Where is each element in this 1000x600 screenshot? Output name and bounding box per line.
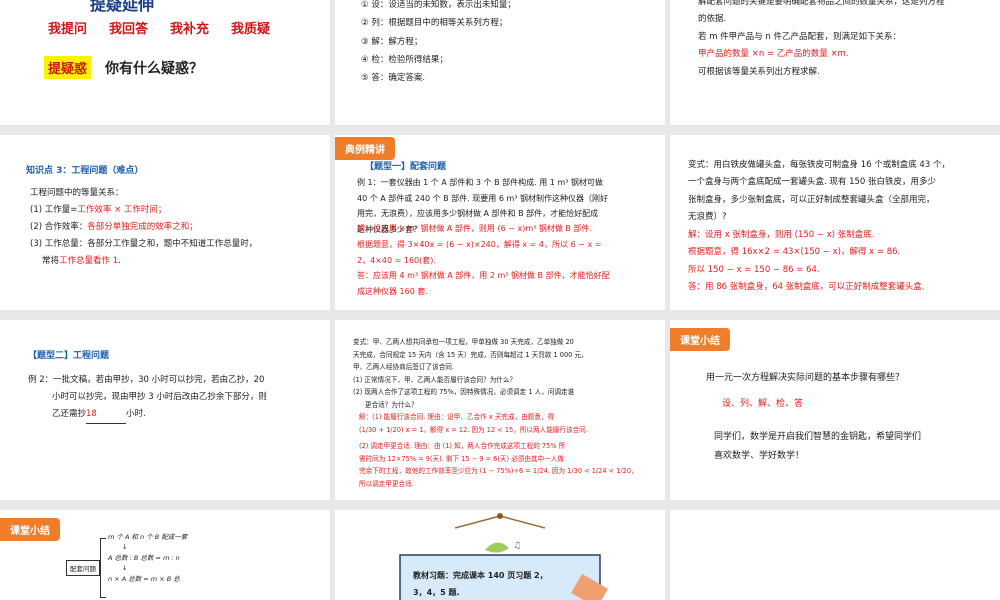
- question-badge: 提疑惑: [44, 56, 92, 79]
- ask-item-2: 我回答: [109, 22, 149, 37]
- work-relations: 工程问题中的等量关系： (1) 工作量=工作效率 × 工作时间； (2) 合作效…: [30, 185, 257, 270]
- solution-line: 根据题意，得 16x×2 = 43×(150 − x)，解得 x = 86.: [688, 247, 901, 258]
- section-tag: 课堂小结: [0, 518, 60, 541]
- variant-2: 变式：甲、乙两人想共同承包一项工程，甲单独做 30 天完成，乙单独做 20 天完…: [353, 338, 638, 488]
- relation-3-cont: 常将工作总量看作 1.: [42, 256, 121, 266]
- relation-3: (3) 工作总量：各部分工作量之和，题中不知道工作总量时，: [30, 239, 258, 249]
- step-item: ③ 解：解方程；: [361, 36, 423, 47]
- slide-4[interactable]: 知识点 3：工程问题（难点） 工程问题中的等量关系： (1) 工作量=工作效率 …: [0, 135, 330, 310]
- example-2: 例 2：一批文稿，若由甲抄，30 小时可以抄完，若由乙抄，20 小时可以抄完，现…: [28, 372, 323, 424]
- ask-item-1: 我提问: [48, 22, 88, 37]
- note-line: 若 m 件甲产品与 n 件乙产品配套，则满足如下关系：: [698, 31, 901, 42]
- solution-line: 所以 150 − x = 150 − 86 = 64.: [688, 264, 820, 275]
- example-1: 例 1：一套仪器由 1 个 A 部件和 3 个 B 部件构成. 用 1 m³ 钢…: [357, 175, 657, 299]
- relations-intro: 工程问题中的等量关系：: [30, 188, 124, 198]
- arrow-down-icon: ↓: [122, 543, 128, 552]
- question-text: 你有什么疑惑？: [105, 60, 204, 77]
- homework-note: 教材习题：完成课本 140 页习题 2， 3，4，5 题.: [413, 571, 548, 597]
- relation-2: (2) 合作效率：各部分单独完成的效率之和；: [30, 222, 198, 232]
- answer-blank: 18: [86, 406, 127, 424]
- section-tag: 课堂小结: [670, 328, 730, 351]
- slide-6[interactable]: 变式：用白铁皮做罐头盒，每张铁皮可制盒身 16 个或制盒底 43 个， 一个盒身…: [670, 135, 1000, 310]
- step-item: ④ 检：检验所得结果；: [361, 54, 448, 65]
- slide-5[interactable]: 典例精讲 【题型一】配套问题 例 1：一套仪器由 1 个 A 部件和 3 个 B…: [335, 135, 665, 310]
- slide-grid: 提疑延伸 我提问 我回答 我补充 我质疑 提疑惑 你有什么疑惑？ ① 设：设适当…: [0, 0, 1000, 600]
- slide-9[interactable]: 课堂小结 用一元一次方程解决实际问题的基本步骤有哪些？ 设、列、解、检、答 同学…: [670, 320, 1000, 500]
- answer-line: 成这种仪器 160 套.: [357, 286, 428, 296]
- steps-list: ① 设：设适当的未知数，表示出未知量； ② 列：根据题目中的相等关系列方程； ③…: [361, 0, 516, 87]
- solution-line: 2，4×40 = 160(套).: [357, 255, 436, 265]
- answer-line: 答：用 86 张制盒身，64 张制盒底，可以正好制成整套罐头盒.: [688, 281, 925, 292]
- bracket: [100, 538, 106, 598]
- slide-7[interactable]: 【题型二】工程问题 例 2：一批文稿，若由甲抄，30 小时可以抄完，若由乙抄，2…: [0, 320, 330, 500]
- relation-1: (1) 工作量=工作效率 × 工作时间；: [30, 205, 167, 215]
- ask-item-4: 我质疑: [231, 22, 271, 37]
- solution-line: 解：设用 x 张制盒身，则用 (150 − x) 张制盒底.: [688, 229, 875, 240]
- slide-12[interactable]: [670, 510, 1000, 600]
- svg-text:♫: ♫: [513, 541, 521, 551]
- step-item: ① 设：设适当的未知数，表示出未知量；: [361, 0, 516, 10]
- slide-2[interactable]: ① 设：设适当的未知数，表示出未知量； ② 列：根据题目中的相等关系列方程； ③…: [335, 0, 665, 125]
- summary-flow: m 个 A 和 n 个 B 配成一套 ↓ A 总数 : B 总数 = m : n…: [108, 533, 188, 583]
- question-type: 【题型二】工程问题: [28, 351, 110, 361]
- solution-line: 解：设应用 x m³ 钢材做 A 部件，则用 (6 − x)m³ 钢材做 B 部…: [357, 224, 592, 234]
- arrow-down-icon: ↓: [122, 564, 128, 573]
- note-line: 的依据.: [698, 14, 727, 25]
- section-tag: 典例精讲: [335, 137, 395, 160]
- summary-question: 用一元一次方程解决实际问题的基本步骤有哪些？: [706, 373, 905, 383]
- slide-11[interactable]: ♫ 教材习题：完成课本 140 页习题 2， 3，4，5 题.: [335, 510, 665, 600]
- note-formula: 甲产品的数量 ×n = 乙产品的数量 ×m.: [698, 49, 849, 60]
- question-type: 【题型一】配套问题: [365, 162, 447, 172]
- solution-line: 根据题意，得 3×40x = (6 − x)×240，解得 x = 4，所以 6…: [357, 239, 602, 249]
- variant-1: 变式：用白铁皮做罐头盒，每张铁皮可制盒身 16 个或制盒底 43 个， 一个盒身…: [688, 157, 993, 296]
- slide-3[interactable]: 解配套问题的关键是要明确配套物品之间的数量关系，这是列方程 的依据. 若 m 件…: [670, 0, 1000, 125]
- knowledge-heading: 知识点 3：工程问题（难点）: [26, 166, 144, 176]
- slide-8[interactable]: 变式：甲、乙两人想共同承包一项工程，甲单独做 30 天完成，乙单独做 20 天完…: [335, 320, 665, 500]
- slide-title: 提疑延伸: [90, 0, 155, 14]
- match-notes: 解配套问题的关键是要明确配套物品之间的数量关系，这是列方程 的依据. 若 m 件…: [698, 0, 993, 81]
- ask-row: 我提问 我回答 我补充 我质疑: [48, 18, 270, 37]
- step-item: ⑤ 答：确定答案.: [361, 73, 426, 84]
- match-box: 配套问题: [66, 560, 100, 576]
- summary-answer: 设、列、解、检、答: [722, 399, 804, 409]
- slide-1[interactable]: 提疑延伸 我提问 我回答 我补充 我质疑 提疑惑 你有什么疑惑？: [0, 0, 330, 125]
- note-line: 可根据该等量关系列出方程求解.: [698, 66, 820, 77]
- slide-10[interactable]: 课堂小结 配套问题 m 个 A 和 n 个 B 配成一套 ↓ A 总数 : B …: [0, 510, 330, 600]
- step-item: ② 列：根据题目中的相等关系列方程；: [361, 18, 508, 29]
- ask-item-3: 我补充: [170, 22, 210, 37]
- answer-line: 答：应该用 4 m³ 钢材做 A 部件，用 2 m³ 钢材做 B 部件，才能恰好…: [357, 271, 610, 281]
- note-line: 解配套问题的关键是要明确配套物品之间的数量关系，这是列方程: [698, 0, 945, 7]
- closing-text: 同学们，数学是开启我们智慧的金钥匙，希望同学们 喜欢数学、学好数学！: [714, 432, 922, 461]
